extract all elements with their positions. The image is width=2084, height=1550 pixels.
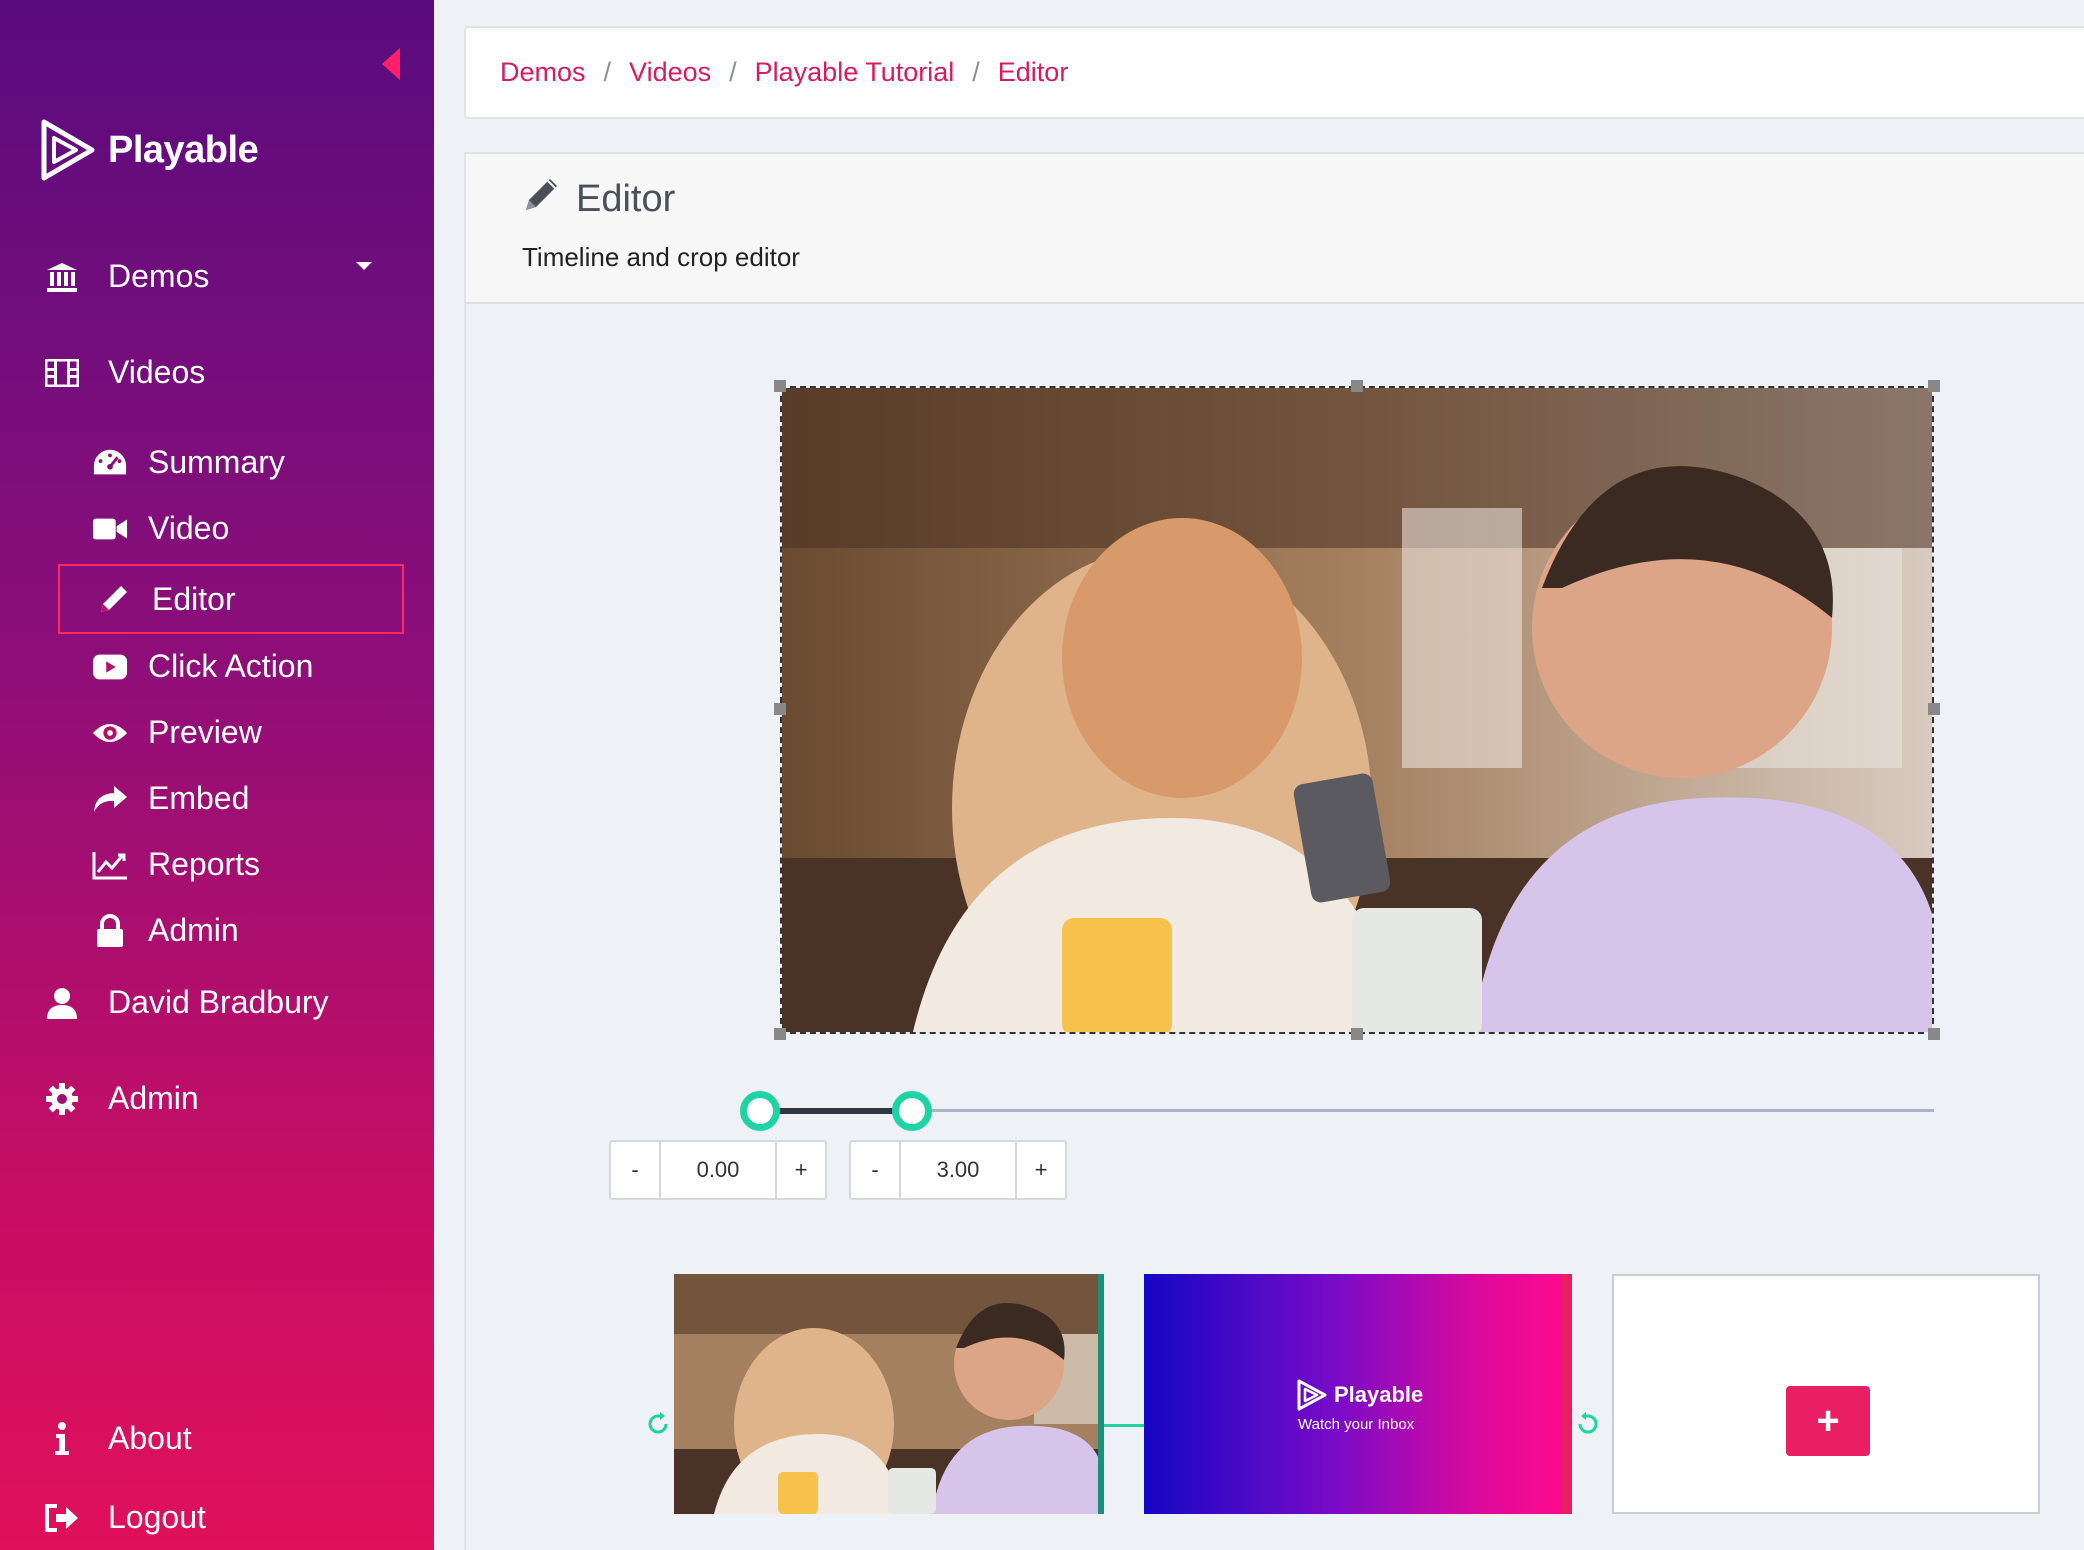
- start-increment-button[interactable]: +: [775, 1142, 825, 1198]
- page-title-text: Editor: [576, 177, 676, 220]
- pencil-icon: [96, 581, 132, 617]
- breadcrumb-link-videos[interactable]: Videos: [629, 57, 711, 88]
- nav-label: Admin: [148, 912, 239, 948]
- nav-preview[interactable]: Preview: [92, 714, 262, 751]
- video-frame-image: [782, 388, 1932, 1032]
- nav-about[interactable]: About: [44, 1420, 192, 1457]
- loop-start-icon[interactable]: [644, 1410, 672, 1443]
- info-icon: [44, 1421, 80, 1457]
- breadcrumb: Demos / Videos / Playable Tutorial / Edi…: [464, 26, 2084, 119]
- breadcrumb-link-demos[interactable]: Demos: [500, 57, 586, 88]
- end-increment-button[interactable]: +: [1015, 1142, 1065, 1198]
- pencil-icon: [522, 174, 562, 224]
- nav-label: Demos: [108, 258, 210, 294]
- nav-label: David Bradbury: [108, 984, 329, 1020]
- promo-tagline: Watch your Inbox: [1298, 1416, 1415, 1433]
- nav-label: Reports: [148, 846, 261, 882]
- nav-click-action[interactable]: Click Action: [92, 648, 313, 685]
- playable-logo-icon: [1297, 1379, 1327, 1411]
- end-time-stepper: - 3.00 +: [849, 1140, 1067, 1200]
- logout-icon: [44, 1500, 80, 1536]
- nav-label: Preview: [148, 714, 262, 750]
- nav-summary[interactable]: Summary: [92, 444, 285, 481]
- timeline-end-handle[interactable]: [892, 1091, 932, 1131]
- nav-label: Video: [148, 510, 230, 546]
- nav-admin[interactable]: Admin: [44, 1080, 199, 1117]
- crop-handle-l[interactable]: [774, 703, 786, 715]
- add-clip-button[interactable]: +: [1786, 1386, 1870, 1456]
- user-icon: [44, 985, 80, 1021]
- clip-thumbnail-image: [674, 1274, 1104, 1514]
- lock-icon: [92, 913, 128, 949]
- nav-label: Summary: [148, 444, 285, 480]
- gear-icon: [44, 1081, 80, 1117]
- video-clip-thumbnail[interactable]: [674, 1274, 1104, 1514]
- panel-header: Editor Timeline and crop editor: [464, 152, 2084, 304]
- nav-label: Click Action: [148, 648, 314, 684]
- page-subtitle: Timeline and crop editor: [522, 242, 800, 272]
- share-icon: [92, 781, 128, 817]
- nav-label: Admin: [108, 1080, 199, 1116]
- nav-label: Editor: [152, 580, 236, 617]
- brand-name: Playable: [108, 128, 259, 171]
- timeline-start-handle[interactable]: [740, 1091, 780, 1131]
- crop-handle-t[interactable]: [1351, 380, 1363, 392]
- clip-end-marker[interactable]: [1562, 1274, 1572, 1514]
- chevron-down-icon[interactable]: [356, 262, 372, 270]
- breadcrumb-link-tutorial[interactable]: Playable Tutorial: [755, 57, 955, 88]
- start-time-input[interactable]: 0.00: [661, 1142, 775, 1198]
- end-decrement-button[interactable]: -: [851, 1142, 901, 1198]
- dashboard-icon: [92, 445, 128, 481]
- crop-handle-r[interactable]: [1928, 703, 1940, 715]
- start-decrement-button[interactable]: -: [611, 1142, 661, 1198]
- brand-logo[interactable]: Playable: [40, 118, 259, 182]
- start-time-stepper: - 0.00 +: [609, 1140, 827, 1200]
- promo-brand: Playable: [1334, 1382, 1424, 1407]
- nav-reports[interactable]: Reports: [92, 846, 260, 883]
- promo-logo: Playable: [1296, 1378, 1423, 1412]
- crop-handle-br[interactable]: [1928, 1028, 1940, 1040]
- play-button-icon: [92, 649, 128, 685]
- bank-icon: [44, 259, 80, 295]
- nav-demos[interactable]: Demos: [44, 258, 209, 295]
- add-clip-slot: +: [1612, 1274, 2040, 1514]
- nav-editor[interactable]: Editor: [58, 564, 404, 634]
- chart-icon: [92, 847, 128, 883]
- clip-connector: [1104, 1424, 1144, 1427]
- crop-handle-tr[interactable]: [1928, 380, 1940, 392]
- crop-handle-tl[interactable]: [774, 380, 786, 392]
- timeline-selected-range: [760, 1108, 912, 1114]
- clip-end-marker[interactable]: [1098, 1274, 1104, 1514]
- promo-clip-thumbnail[interactable]: Playable Watch your Inbox: [1144, 1274, 1572, 1514]
- breadcrumb-current: Editor: [997, 57, 1069, 87]
- playable-logo-icon: [41, 119, 95, 181]
- video-camera-icon: [92, 511, 128, 547]
- nav-videos[interactable]: Videos: [44, 354, 205, 391]
- nav-user[interactable]: David Bradbury: [44, 984, 329, 1021]
- timeline-track[interactable]: [760, 1109, 1934, 1112]
- nav-label: Embed: [148, 780, 250, 816]
- crop-handle-b[interactable]: [1351, 1028, 1363, 1040]
- collapse-sidebar-icon[interactable]: [382, 48, 400, 80]
- nav-label: Videos: [108, 354, 206, 390]
- crop-handle-bl[interactable]: [774, 1028, 786, 1040]
- eye-icon: [92, 715, 128, 751]
- page-title: Editor: [522, 174, 675, 224]
- sidebar: Playable Demos Videos Summary Video Edit…: [0, 0, 434, 1550]
- nav-logout[interactable]: Logout: [44, 1499, 206, 1536]
- end-time-input[interactable]: 3.00: [901, 1142, 1015, 1198]
- film-icon: [44, 355, 80, 391]
- nav-embed[interactable]: Embed: [92, 780, 249, 817]
- nav-label: About: [108, 1420, 192, 1456]
- nav-label: Logout: [108, 1499, 206, 1535]
- loop-end-icon[interactable]: [1574, 1410, 1602, 1443]
- crop-frame[interactable]: [780, 386, 1934, 1034]
- nav-video[interactable]: Video: [92, 510, 229, 547]
- nav-video-admin[interactable]: Admin: [92, 912, 239, 949]
